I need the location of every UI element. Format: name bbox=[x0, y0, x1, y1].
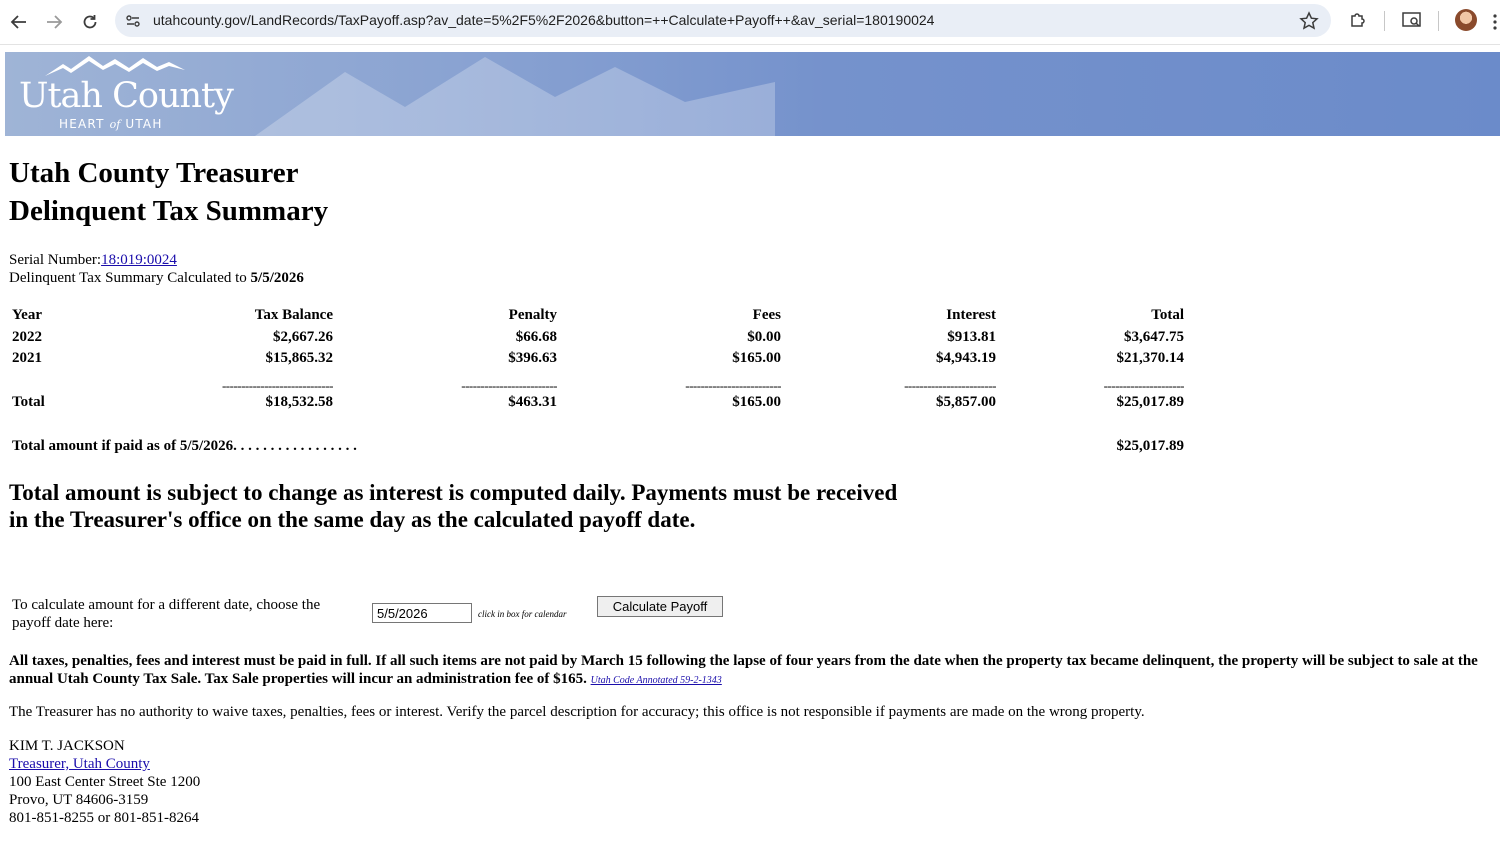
col-header-year: Year bbox=[12, 307, 42, 323]
cell-total-label: Total bbox=[12, 394, 45, 410]
cell-interest: $4,943.19 bbox=[936, 350, 996, 366]
page-title: Utah County Treasurer bbox=[9, 157, 299, 189]
address-line-1: 100 East Center Street Ste 1200 bbox=[9, 774, 201, 790]
total-paid-value: $25,017.89 bbox=[1116, 438, 1185, 454]
banner-mountains-graphic bbox=[255, 57, 775, 136]
browser-menu-icon[interactable] bbox=[1492, 12, 1498, 32]
cell-year: 2021 bbox=[12, 350, 42, 366]
divider-line: ------------------------- bbox=[685, 378, 781, 393]
divider-line: ----------------------------- bbox=[221, 378, 333, 393]
total-paid-label: Total amount if paid as of 5/5/2026. . .… bbox=[12, 438, 357, 454]
cell-interest: $913.81 bbox=[947, 329, 996, 345]
reload-icon[interactable] bbox=[77, 9, 103, 35]
cell-year: 2022 bbox=[12, 329, 42, 345]
calculate-payoff-button[interactable]: Calculate Payoff bbox=[597, 596, 723, 617]
address-bar[interactable]: utahcounty.gov/LandRecords/TaxPayoff.asp… bbox=[115, 4, 1331, 37]
treasurer-link[interactable]: Treasurer, Utah County bbox=[9, 756, 150, 772]
cell-tax-balance: $2,667.26 bbox=[273, 329, 333, 345]
calculator-label: To calculate amount for a different date… bbox=[12, 597, 321, 631]
col-header-penalty: Penalty bbox=[508, 307, 557, 323]
address-line-2: Provo, UT 84606-3159 bbox=[9, 792, 149, 808]
extensions-puzzle-icon[interactable] bbox=[1348, 10, 1370, 32]
calendar-hint: click in box for calendar bbox=[478, 609, 567, 619]
cell-fees: $165.00 bbox=[732, 394, 781, 410]
tax-sale-warning: All taxes, penalties, fees and interest … bbox=[9, 653, 1478, 687]
cell-tax-balance: $18,532.58 bbox=[265, 394, 334, 410]
cell-fees: $0.00 bbox=[747, 329, 781, 345]
logo-title: Utah County bbox=[19, 76, 234, 116]
county-banner: Utah County HEART of UTAH bbox=[5, 52, 1500, 136]
cell-interest: $5,857.00 bbox=[936, 394, 996, 410]
cell-total: $25,017.89 bbox=[1116, 394, 1185, 410]
cell-total: $21,370.14 bbox=[1116, 350, 1185, 366]
phone-numbers: 801-851-8255 or 801-851-8264 bbox=[9, 810, 199, 826]
col-header-interest: Interest bbox=[946, 307, 996, 323]
col-header-total: Total bbox=[1151, 307, 1184, 323]
profile-avatar[interactable] bbox=[1455, 9, 1477, 31]
divider-line: --------------------- bbox=[1103, 378, 1184, 393]
back-arrow-icon[interactable] bbox=[6, 9, 32, 35]
divider-line: ------------------------ bbox=[904, 378, 996, 393]
forward-arrow-icon[interactable] bbox=[41, 9, 67, 35]
site-settings-icon[interactable] bbox=[123, 11, 143, 31]
logo-tagline: HEART of UTAH bbox=[59, 117, 163, 131]
url-text[interactable]: utahcounty.gov/LandRecords/TaxPayoff.asp… bbox=[153, 12, 934, 28]
col-header-tax-balance: Tax Balance bbox=[254, 307, 333, 323]
page-subtitle: Delinquent Tax Summary bbox=[9, 195, 329, 227]
authority-disclaimer: The Treasurer has no authority to waive … bbox=[9, 704, 1145, 720]
toolbar-divider bbox=[1438, 11, 1439, 31]
cell-penalty: $463.31 bbox=[508, 394, 557, 410]
cell-penalty: $396.63 bbox=[508, 350, 557, 366]
serial-number-line: Serial Number:18:019:0024 bbox=[9, 252, 177, 268]
cell-total: $3,647.75 bbox=[1124, 329, 1184, 345]
bookmark-star-icon[interactable] bbox=[1299, 11, 1319, 31]
calculated-date-line: Delinquent Tax Summary Calculated to 5/5… bbox=[9, 270, 304, 286]
cell-fees: $165.00 bbox=[732, 350, 781, 366]
treasurer-name: KIM T. JACKSON bbox=[9, 738, 125, 754]
interest-notice: Total amount is subject to change as int… bbox=[9, 480, 898, 532]
cell-penalty: $66.68 bbox=[515, 329, 557, 345]
utah-code-link[interactable]: Utah Code Annotated 59-2-1343 bbox=[591, 675, 722, 686]
divider-line: ------------------------- bbox=[461, 378, 557, 393]
col-header-fees: Fees bbox=[752, 307, 781, 323]
toolbar-divider bbox=[1384, 11, 1385, 31]
payoff-date-input[interactable]: 5/5/2026 bbox=[372, 603, 472, 623]
browser-toolbar: utahcounty.gov/LandRecords/TaxPayoff.asp… bbox=[0, 0, 1500, 45]
serial-number-link[interactable]: 18:019:0024 bbox=[101, 252, 177, 268]
tab-search-icon[interactable] bbox=[1401, 10, 1423, 32]
cell-tax-balance: $15,865.32 bbox=[265, 350, 334, 366]
